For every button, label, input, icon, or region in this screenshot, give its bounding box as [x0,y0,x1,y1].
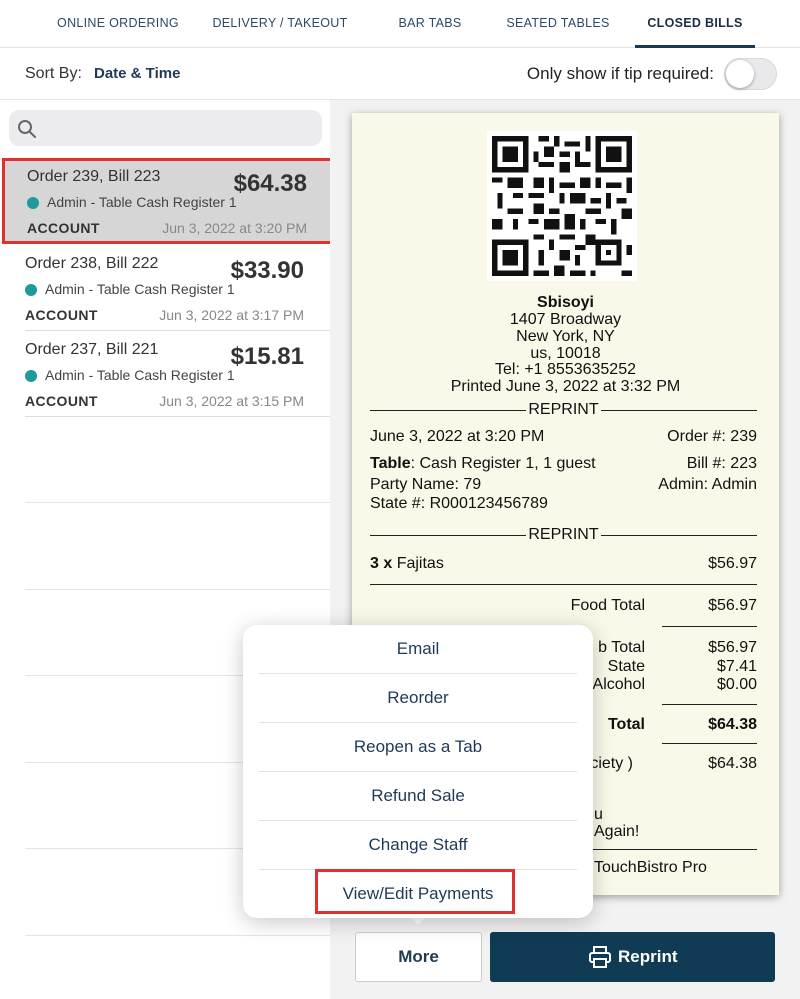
more-options-popover: Email Reorder Reopen as a Tab Refund Sal… [243,625,593,918]
receipt-party-name: Party Name: 79 [370,476,482,493]
status-dot-icon [27,197,39,209]
receipt-total: $64.38 [708,716,757,733]
reprint-button[interactable]: Reprint [490,932,775,982]
receipt-reprint-label: REPRINT [526,526,601,543]
more-button[interactable]: More [355,932,482,982]
bill-title: Order 238, Bill 222 [25,255,159,272]
sort-label: Sort By: [25,65,82,82]
bill-staff: Admin - Table Cash Register 1 [45,281,235,297]
bill-row[interactable]: Order 239, Bill 223 $64.38 Admin - Table… [2,158,333,244]
tip-required-toggle[interactable] [724,58,777,90]
receipt-admin: Admin: Admin [658,476,757,493]
receipt-address-line: New York, NY [516,328,615,345]
status-dot-icon [25,370,37,382]
receipt-reprint-label: REPRINT [526,401,601,418]
sort-value-selector[interactable]: Date & Time [94,65,180,82]
reprint-label: Reprint [618,947,678,966]
receipt-order-number: Order #: 239 [667,428,757,445]
menu-item-reorder[interactable]: Reorder [259,674,577,723]
bill-amount: $15.81 [230,343,304,370]
menu-item-refund-sale[interactable]: Refund Sale [259,772,577,821]
receipt-table: Table: Cash Register 1, 1 guest [370,455,596,472]
tip-required-label: Only show if tip required: [526,64,714,83]
bill-time: Jun 3, 2022 at 3:15 PM [159,393,304,409]
receipt-divider [370,584,757,585]
search-icon [18,120,36,138]
status-dot-icon [25,284,37,296]
bill-account: ACCOUNT [25,307,98,323]
bill-account: ACCOUNT [25,393,98,409]
receipt-phone: Tel: +1 8553635252 [494,361,636,378]
menu-item-reopen-as-tab[interactable]: Reopen as a Tab [259,723,577,772]
bill-staff: Admin - Table Cash Register 1 [47,194,237,210]
receipt-address-line: 1407 Broadway [509,311,622,328]
receipt-item: 3 x Fajitas [370,555,444,572]
receipt-thanks-line: u [594,806,603,823]
receipt-date: June 3, 2022 at 3:20 PM [370,428,545,445]
row-divider [25,416,330,417]
sort-bar: Sort By: Date & Time Only show if tip re… [0,48,800,100]
receipt-thanks-line: Again! [594,823,640,840]
tab-seated-tables[interactable]: SEATED TABLES [497,0,619,48]
receipt-printed-time: Printed June 3, 2022 at 3:32 PM [450,378,681,395]
bill-staff: Admin - Table Cash Register 1 [45,367,235,383]
qr-code-icon [487,131,637,281]
bill-amount: $33.90 [230,257,304,284]
receipt-alcohol: $0.00 [716,676,757,693]
receipt-restaurant-name: Sbisoyi [537,294,594,311]
toggle-knob [726,60,754,88]
bill-time: Jun 3, 2022 at 3:20 PM [162,220,307,236]
tab-bar-tabs[interactable]: BAR TABS [385,0,475,48]
empty-row-divider [25,589,330,590]
receipt-divider [662,743,757,744]
receipt-footer: TouchBistro Pro [594,859,707,876]
receipt-address-line: us, 10018 [530,345,601,362]
menu-item-change-staff[interactable]: Change Staff [259,821,577,870]
bill-row[interactable]: Order 237, Bill 221 $15.81 Admin - Table… [0,331,330,417]
bill-account: ACCOUNT [27,220,100,236]
receipt-food-total: $56.97 [708,597,757,614]
receipt-subtotal: $56.97 [708,639,757,656]
top-tabs: ONLINE ORDERING DELIVERY / TAKEOUT BAR T… [0,0,800,48]
receipt-bill-number: Bill #: 223 [686,455,757,472]
tab-delivery-takeout[interactable]: DELIVERY / TAKEOUT [205,0,355,48]
receipt-state-tax-label: State [607,658,645,675]
bill-amount: $64.38 [233,170,307,197]
empty-row-divider [25,502,330,503]
receipt-subtotal-label: b Total [598,639,645,656]
printer-icon [589,946,611,968]
tab-closed-bills[interactable]: CLOSED BILLS [635,0,755,48]
bill-row[interactable]: Order 238, Bill 222 $33.90 Admin - Table… [0,245,330,331]
empty-row-divider [25,935,330,936]
receipt-divider [662,626,757,627]
bill-time: Jun 3, 2022 at 3:17 PM [159,307,304,323]
receipt-divider [662,704,757,705]
receipt-alcohol-label: Alcohol [592,676,645,693]
search-input[interactable] [9,110,322,146]
highlight-box [315,869,515,914]
menu-item-email[interactable]: Email [259,625,577,674]
receipt-payment: $64.38 [708,755,757,772]
receipt-state-number: State #: R000123456789 [370,495,548,512]
receipt-state-tax: $7.41 [716,658,757,675]
bill-title: Order 237, Bill 221 [25,341,159,358]
tab-online-ordering[interactable]: ONLINE ORDERING [48,0,188,48]
bill-title: Order 239, Bill 223 [27,168,161,185]
receipt-total-label: Total [607,716,645,733]
receipt-food-total-label: Food Total [570,597,645,614]
receipt-item-price: $56.97 [708,555,757,572]
